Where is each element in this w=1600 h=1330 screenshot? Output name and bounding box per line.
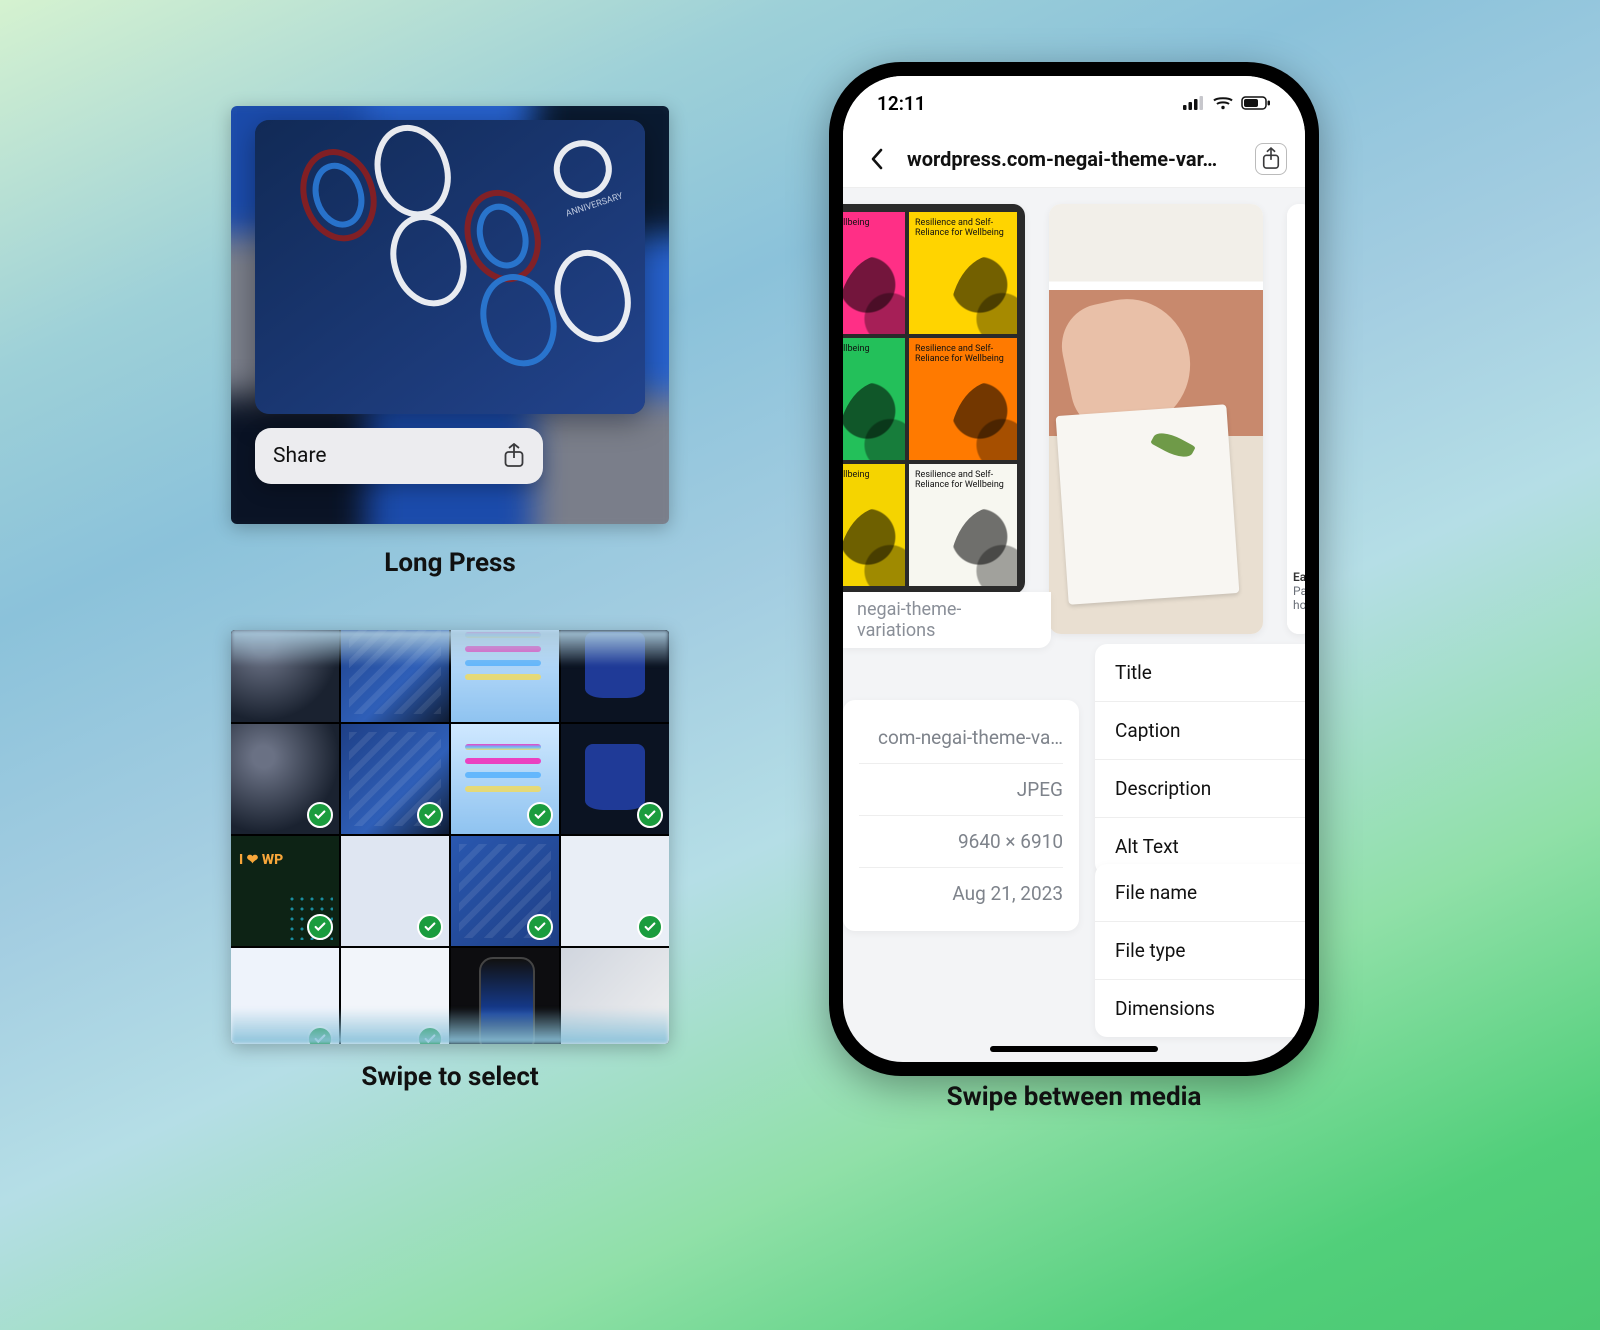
grid-thumbnail[interactable] [561, 948, 669, 1044]
selection-checkmark-icon [637, 802, 663, 828]
grid-thumbnail[interactable] [451, 836, 559, 946]
selection-checkmark-icon [417, 802, 443, 828]
back-button[interactable] [861, 143, 893, 175]
swipe-select-panel [231, 630, 669, 1044]
grid-thumbnail[interactable] [341, 948, 449, 1044]
caption-swipe-select: Swipe to select [231, 1062, 669, 1092]
phone-screen: 12:11 wordpress.com-negai-theme-var… [843, 76, 1305, 1062]
caption-swipe-media: Swipe between media [829, 1082, 1319, 1112]
field-description[interactable]: Description [1095, 759, 1305, 817]
selection-checkmark-icon [307, 914, 333, 940]
popart-tile-text: d Self- Wellbeing [843, 344, 870, 354]
popart-tile-text: Resilience and Self-Reliance for Wellbei… [915, 344, 1004, 364]
media-carousel[interactable]: d Self- Wellbeing Resilience and Self-Re… [843, 204, 1305, 634]
share-icon [1261, 147, 1281, 171]
chevron-left-icon [867, 147, 887, 171]
home-indicator[interactable] [990, 1046, 1158, 1052]
nav-title: wordpress.com-negai-theme-var… [907, 147, 1241, 171]
media-card-prev[interactable]: d Self- Wellbeing Resilience and Self-Re… [843, 204, 1025, 594]
selection-checkmark-icon [527, 802, 553, 828]
media-card-current[interactable] [1049, 204, 1263, 634]
nav-bar: wordpress.com-negai-theme-var… [843, 130, 1305, 188]
meta-title-value: com-negai-theme-va… [878, 726, 1063, 749]
grid-thumbnail[interactable] [561, 836, 669, 946]
share-menu-item[interactable]: Share [273, 444, 503, 468]
field-file-type[interactable]: File type [1095, 921, 1305, 979]
media-card-next[interactable]: Ea Pa ho [1287, 204, 1305, 634]
media-meta-values: com-negai-theme-va… JPEG 9640 × 6910 Aug… [843, 700, 1079, 931]
grid-thumbnail[interactable] [451, 948, 559, 1044]
context-preview-image[interactable]: ANNIVERSARY [255, 120, 645, 414]
field-title[interactable]: Title [1095, 644, 1305, 701]
meta-date: Aug 21, 2023 [952, 882, 1063, 905]
peek-line: Pa [1293, 584, 1305, 598]
selection-checkmark-icon [417, 914, 443, 940]
field-file-name[interactable]: File name [1095, 864, 1305, 921]
meta-dimensions: 9640 × 6910 [958, 830, 1063, 853]
share-button[interactable] [1255, 143, 1287, 175]
meta-file-type: JPEG [1017, 778, 1063, 801]
grid-thumbnail[interactable] [231, 948, 339, 1044]
popart-tile-text: d Self- Wellbeing [843, 218, 870, 228]
media-file-panel: File name File type Dimensions [1095, 864, 1305, 1037]
grid-thumbnail[interactable] [451, 630, 559, 722]
grid-thumbnail[interactable] [341, 630, 449, 722]
grid-thumbnail[interactable] [231, 836, 339, 946]
grid-thumbnail[interactable] [451, 724, 559, 834]
grid-thumbnail[interactable] [231, 724, 339, 834]
grid-thumbnail[interactable] [341, 836, 449, 946]
long-press-preview-panel: ANNIVERSARY Share [231, 106, 669, 524]
cellular-signal-icon [1183, 96, 1205, 110]
phone-mockup: 12:11 wordpress.com-negai-theme-var… [829, 62, 1319, 1076]
media-selection-grid[interactable] [231, 630, 669, 1044]
context-menu: Share [255, 428, 543, 484]
field-dimensions[interactable]: Dimensions [1095, 979, 1305, 1037]
popart-tile-text: Resilience and Self-Reliance for Wellbei… [915, 218, 1004, 238]
field-caption[interactable]: Caption [1095, 701, 1305, 759]
selection-checkmark-icon [527, 914, 553, 940]
wifi-icon [1213, 96, 1233, 110]
caption-long-press: Long Press [231, 548, 669, 578]
grid-thumbnail[interactable] [341, 724, 449, 834]
peek-line: Ea [1293, 570, 1305, 584]
grid-thumbnail[interactable] [561, 630, 669, 722]
popart-tile-text: Resilience and Self-Reliance for Wellbei… [915, 470, 1004, 490]
status-bar: 12:11 [843, 76, 1305, 130]
popart-tile-text: d Self- Wellbeing [843, 470, 870, 480]
peek-line: ho [1293, 598, 1305, 612]
share-icon[interactable] [503, 443, 525, 469]
media-fields-panel: Title Caption Description Alt Text [1095, 644, 1305, 875]
grid-thumbnail[interactable] [231, 630, 339, 722]
prev-card-caption: negai-theme-variations [843, 592, 1051, 648]
status-time: 12:11 [877, 92, 926, 115]
grid-thumbnail[interactable] [561, 724, 669, 834]
battery-icon [1241, 96, 1271, 110]
selection-checkmark-icon [307, 802, 333, 828]
selection-checkmark-icon [637, 914, 663, 940]
